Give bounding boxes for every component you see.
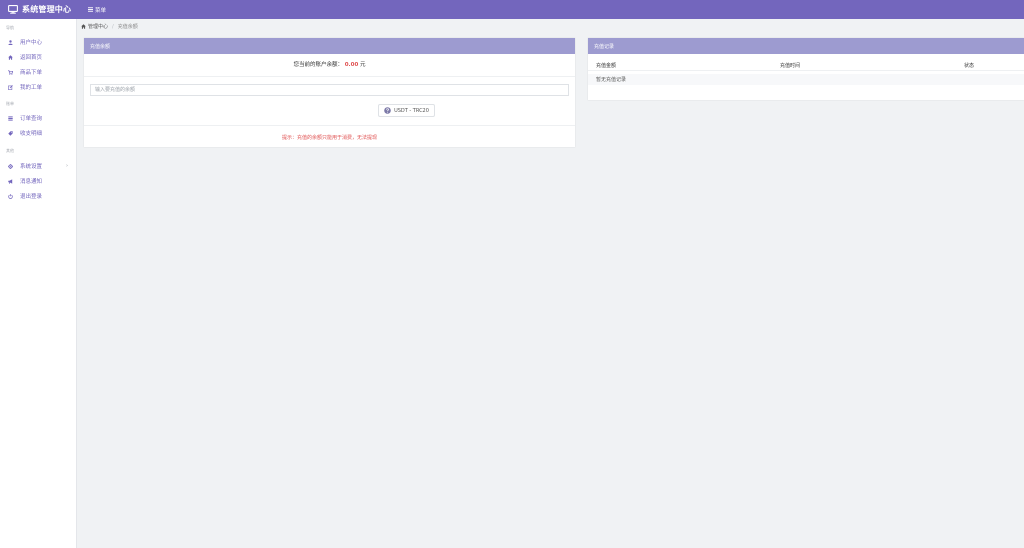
- column-header-time: 充值时间: [780, 63, 801, 69]
- sidebar-item-transactions[interactable]: 收支明细: [0, 127, 77, 139]
- sidebar-item-label: 我的工单: [20, 85, 43, 91]
- home-icon: [81, 24, 86, 29]
- balance-label: 您当前的账户余额：: [293, 62, 343, 68]
- sidebar-item-place-order[interactable]: 商品下单: [0, 66, 77, 78]
- list-icon: [8, 115, 13, 121]
- column-header-amount: 充值金额: [596, 63, 617, 69]
- chevron-right-icon: ›: [66, 163, 68, 169]
- sidebar-item-system-settings[interactable]: 系统设置 ›: [0, 160, 77, 172]
- records-panel-title: 充值记录: [588, 38, 1024, 54]
- records-table-header: 充值金额 充值时间 状态: [588, 60, 1024, 71]
- settings-icon: [8, 163, 13, 169]
- user-icon: [8, 39, 13, 45]
- column-header-status: 状态: [964, 63, 975, 69]
- brand-title: 系统管理中心: [22, 5, 72, 14]
- sidebar-item-label: 用户中心: [20, 40, 43, 46]
- sidebar-item-label: 订单查询: [20, 116, 43, 122]
- menu-toggle-label: 菜单: [95, 7, 107, 14]
- edit-icon: [8, 84, 13, 90]
- sidebar-item-label: 退出登录: [20, 194, 43, 200]
- sidebar-item-user-center[interactable]: 用户中心: [0, 36, 77, 48]
- recharge-records-panel: 充值记录 充值金额 充值时间 状态 暂无充值记录: [588, 38, 1024, 100]
- sidebar-item-label: 收支明细: [20, 131, 43, 137]
- sidebar-item-logout[interactable]: 退出登录: [0, 190, 77, 202]
- sidebar: 导航 用户中心 返回首页 商品下单 我的工单 账单 订单查询 收支明细 其他 系…: [0, 19, 77, 548]
- home-icon: [8, 54, 13, 60]
- divider: [84, 76, 575, 77]
- sidebar-item-label: 商品下单: [20, 70, 43, 76]
- divider: [84, 125, 575, 126]
- sidebar-item-label: 消息通知: [20, 179, 43, 185]
- menu-icon: [88, 7, 93, 12]
- recharge-panel-title: 充值余额: [84, 38, 575, 54]
- brand[interactable]: 系统管理中心: [8, 0, 71, 19]
- question-circle-icon: [384, 107, 391, 114]
- sidebar-section-nav: 导航: [6, 25, 14, 30]
- recharge-tip: 提示：充值的余额只能用于消费，无法提现: [281, 135, 377, 141]
- breadcrumb: 管理中心 / 充值余额: [81, 19, 138, 34]
- breadcrumb-home-link[interactable]: 管理中心: [88, 23, 108, 30]
- monitor-icon: [8, 5, 18, 14]
- pay-button-label: USDT - TRC20: [394, 107, 429, 114]
- balance-amount: 0.00: [344, 62, 359, 68]
- megaphone-icon: [8, 178, 13, 184]
- sidebar-item-label: 系统设置: [20, 164, 43, 170]
- sidebar-item-home[interactable]: 返回首页: [0, 51, 77, 63]
- sidebar-section-other: 其他: [6, 148, 14, 153]
- recharge-amount-input[interactable]: [90, 84, 569, 96]
- power-icon: [8, 193, 13, 199]
- top-navbar: 系统管理中心 菜单: [0, 0, 1024, 19]
- sidebar-item-label: 返回首页: [20, 55, 43, 61]
- sidebar-item-my-tickets[interactable]: 我的工单: [0, 81, 77, 93]
- breadcrumb-current: 充值余额: [117, 24, 138, 30]
- balance-unit: 元: [360, 62, 366, 68]
- usdt-trc20-pay-button[interactable]: USDT - TRC20: [378, 104, 435, 117]
- cart-icon: [8, 69, 13, 75]
- sidebar-item-order-query[interactable]: 订单查询: [0, 112, 77, 124]
- tag-icon: [8, 130, 13, 136]
- breadcrumb-separator: /: [112, 23, 114, 30]
- balance-row: 您当前的账户余额： 0.00 元: [84, 60, 575, 68]
- records-empty-row: 暂无充值记录: [588, 74, 1024, 85]
- sidebar-item-notifications[interactable]: 消息通知: [0, 175, 77, 187]
- menu-toggle-button[interactable]: 菜单: [88, 0, 106, 19]
- sidebar-section-billing: 账单: [6, 101, 14, 106]
- recharge-panel: 充值余额 您当前的账户余额： 0.00 元 USDT - TRC20 提示：充值…: [84, 38, 575, 147]
